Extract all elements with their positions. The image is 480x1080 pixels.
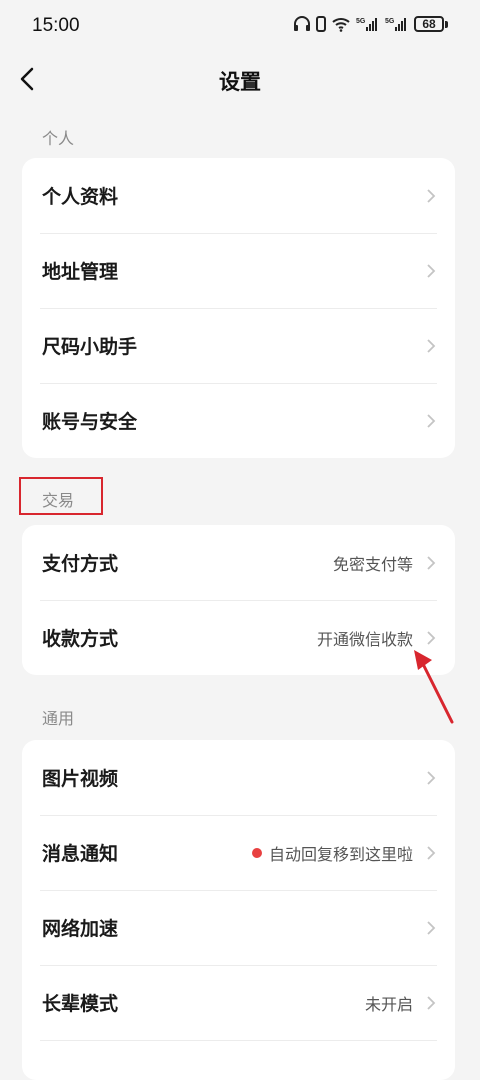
navigation-bar: 设置 bbox=[0, 54, 480, 106]
wifi-icon bbox=[332, 18, 350, 32]
settings-item-label: 收款方式 bbox=[42, 628, 119, 650]
svg-text:5G: 5G bbox=[385, 18, 395, 25]
settings-item-value: 开通微信收款 bbox=[317, 626, 413, 650]
section-label-personal: 个人 bbox=[42, 129, 75, 148]
settings-item-value: 未开启 bbox=[365, 991, 413, 1015]
settings-item-label: 尺码小助手 bbox=[42, 336, 138, 358]
value-text: 免密支付等 bbox=[332, 554, 413, 574]
chevron-right-icon bbox=[427, 263, 436, 278]
transaction-settings-card: 支付方式 免密支付等 收款方式 开通微信收款 bbox=[22, 525, 455, 675]
personal-settings-card: 个人资料 地址管理 尺码小助手 账号与安全 bbox=[22, 158, 455, 458]
settings-item-profile[interactable]: 个人资料 bbox=[22, 158, 455, 233]
status-time: 15:00 bbox=[32, 15, 80, 36]
settings-item-label: 网络加速 bbox=[42, 918, 119, 940]
settings-item-notifications[interactable]: 消息通知 自动回复移到这里啦 bbox=[22, 815, 455, 890]
svg-text:5G: 5G bbox=[356, 18, 366, 25]
chevron-right-icon bbox=[427, 188, 436, 203]
battery-tip bbox=[445, 20, 448, 28]
battery-icon: 68 bbox=[414, 16, 444, 32]
section-label-general: 通用 bbox=[42, 709, 75, 728]
settings-item-network-acceleration[interactable]: 网络加速 bbox=[22, 890, 455, 965]
settings-item-partial[interactable] bbox=[22, 1040, 455, 1080]
settings-item-value: 自动回复移到这里啦 bbox=[251, 841, 413, 865]
value-text: 开通微信收款 bbox=[316, 629, 413, 649]
settings-item-label: 个人资料 bbox=[42, 186, 119, 208]
section-label-transaction: 交易 bbox=[42, 491, 75, 510]
chevron-right-icon bbox=[427, 770, 436, 785]
status-bar: 15:00 5G 5G 68 bbox=[0, 0, 480, 54]
page-title: 设置 bbox=[219, 70, 261, 94]
settings-item-size-helper[interactable]: 尺码小助手 bbox=[22, 308, 455, 383]
signal-5g-icon: 5G bbox=[385, 18, 406, 31]
settings-item-label: 地址管理 bbox=[42, 261, 119, 283]
settings-item-label: 图片视频 bbox=[42, 768, 119, 790]
chevron-right-icon bbox=[427, 845, 436, 860]
value-text: 自动回复移到这里啦 bbox=[268, 844, 413, 864]
vibrate-icon bbox=[316, 16, 326, 32]
settings-item-label: 账号与安全 bbox=[42, 411, 138, 433]
settings-item-address[interactable]: 地址管理 bbox=[22, 233, 455, 308]
settings-item-label: 消息通知 bbox=[42, 843, 119, 865]
settings-item-photo-video[interactable]: 图片视频 bbox=[22, 740, 455, 815]
general-settings-card: 图片视频 消息通知 自动回复移到这里啦 网络加速 长辈模式 未开启 bbox=[22, 740, 455, 1080]
headphones-icon bbox=[294, 16, 310, 31]
status-icons: 5G 5G 68 bbox=[293, 16, 448, 32]
chevron-right-icon bbox=[427, 995, 436, 1010]
settings-item-label: 支付方式 bbox=[42, 553, 119, 575]
settings-item-account-security[interactable]: 账号与安全 bbox=[22, 383, 455, 458]
chevron-right-icon bbox=[427, 920, 436, 935]
chevron-right-icon bbox=[427, 555, 436, 570]
settings-item-value: 免密支付等 bbox=[333, 551, 413, 575]
annotation-arrow-icon bbox=[414, 650, 454, 724]
chevron-right-icon bbox=[427, 338, 436, 353]
value-text: 未开启 bbox=[364, 994, 413, 1014]
signal-5g-icon: 5G bbox=[356, 18, 377, 31]
settings-item-receiving-method[interactable]: 收款方式 开通微信收款 bbox=[22, 600, 455, 675]
settings-item-elder-mode[interactable]: 长辈模式 未开启 bbox=[22, 965, 455, 1040]
settings-item-payment-method[interactable]: 支付方式 免密支付等 bbox=[22, 525, 455, 600]
notification-dot bbox=[251, 847, 262, 858]
settings-item-label: 长辈模式 bbox=[42, 993, 119, 1015]
chevron-right-icon bbox=[427, 413, 436, 428]
